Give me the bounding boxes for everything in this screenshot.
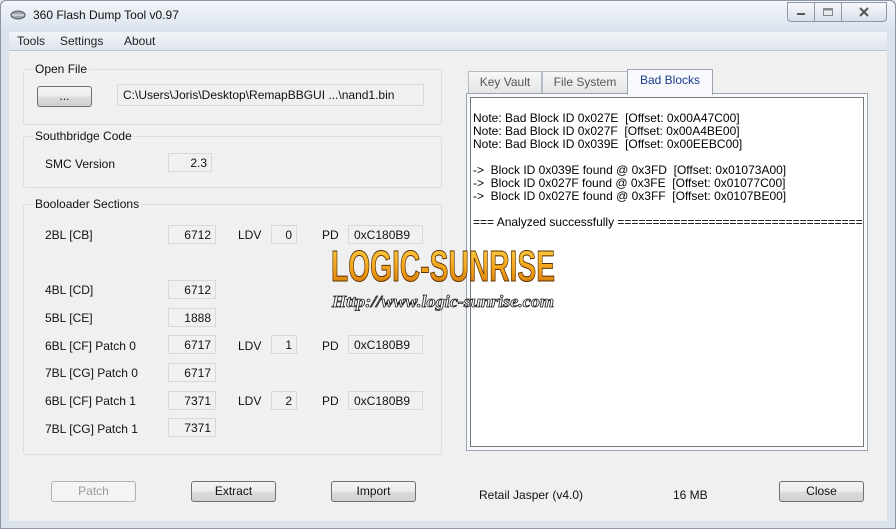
minimize-button[interactable]	[787, 2, 815, 22]
bl-row-value: 7371	[168, 418, 216, 437]
menu-settings[interactable]: Settings	[60, 34, 103, 48]
bl-row-value: 1888	[168, 308, 216, 327]
maximize-icon	[823, 8, 833, 16]
smc-version-value: 2.3	[168, 153, 212, 172]
log-line: Note: Bad Block ID 0x039E [Offset: 0x00E…	[473, 137, 743, 151]
patch-button[interactable]: Patch	[51, 481, 136, 502]
bl-row-value: 6717	[168, 335, 216, 354]
open-file-label: Open File	[33, 62, 90, 76]
ldv-value: 0	[271, 225, 297, 244]
pd-label: PD	[322, 339, 339, 353]
watermark-url: Http://www.logic-sunrise.com	[331, 292, 554, 311]
ldv-label: LDV	[238, 228, 262, 242]
bl-row-name: 6BL [CF] Patch 0	[45, 339, 136, 353]
pd-label: PD	[322, 394, 339, 408]
smc-version-label: SMC Version	[45, 157, 116, 171]
bl-row-name: 7BL [CG] Patch 1	[45, 422, 138, 436]
ldv-value: 2	[271, 391, 297, 410]
close-button[interactable]: Close	[779, 481, 864, 502]
extract-button[interactable]: Extract	[191, 481, 276, 502]
window-title: 360 Flash Dump Tool v0.97	[33, 8, 179, 22]
tab-bad-blocks[interactable]: Bad Blocks	[627, 69, 713, 95]
ldv-label: LDV	[238, 394, 262, 408]
bl-row-value: 7371	[168, 391, 216, 410]
menu-bar: Tools Settings About	[9, 32, 887, 51]
file-path-field: C:\Users\Joris\Desktop\RemapBBGUI ...\na…	[117, 84, 424, 106]
bl-row-value: 6712	[168, 280, 216, 299]
nand-size-status: 16 MB	[673, 488, 708, 502]
tab-file-system[interactable]: File System	[542, 71, 628, 94]
bl-row-name: 7BL [CG] Patch 0	[45, 366, 138, 380]
import-button[interactable]: Import	[331, 481, 416, 502]
logic-sunrise-watermark: LOGIC-SUNRISE Http://www.logic-sunrise.c…	[331, 242, 556, 312]
maximize-button[interactable]	[814, 2, 842, 22]
pd-value: 0xC180B9	[348, 391, 423, 410]
log-line: === Analyzed successfully ==============…	[473, 215, 863, 229]
bl-row-name: 4BL [CD]	[45, 283, 94, 297]
menu-about[interactable]: About	[124, 34, 155, 48]
ldv-label: LDV	[238, 339, 262, 353]
close-icon	[859, 7, 869, 17]
app-icon	[10, 10, 26, 20]
menu-tools[interactable]: Tools	[17, 34, 45, 48]
close-window-button[interactable]	[841, 2, 887, 22]
bl-row-name: 5BL [CE]	[45, 311, 93, 325]
bl-row-name: 6BL [CF] Patch 1	[45, 394, 136, 408]
bl-row-value: 6717	[168, 363, 216, 382]
bl-row-value: 6712	[168, 225, 216, 244]
bl-row-name: 2BL [CB]	[45, 228, 93, 242]
app-window: 360 Flash Dump Tool v0.97 Tools Settings…	[0, 0, 896, 529]
watermark-title: LOGIC-SUNRISE	[331, 242, 555, 291]
minimize-icon	[797, 13, 805, 15]
title-bar[interactable]: 360 Flash Dump Tool v0.97	[1, 1, 895, 31]
console-type-status: Retail Jasper (v4.0)	[479, 488, 584, 502]
southbridge-label: Southbridge Code	[33, 129, 134, 143]
browse-button[interactable]: ...	[37, 86, 92, 107]
pd-value: 0xC180B9	[348, 335, 423, 354]
bootloader-label: Booloader Sections	[33, 197, 142, 211]
tab-key-vault[interactable]: Key Vault	[468, 71, 542, 94]
ldv-value: 1	[271, 335, 297, 354]
log-line: -> Block ID 0x027E found @ 0x3FF [Offset…	[473, 189, 787, 203]
